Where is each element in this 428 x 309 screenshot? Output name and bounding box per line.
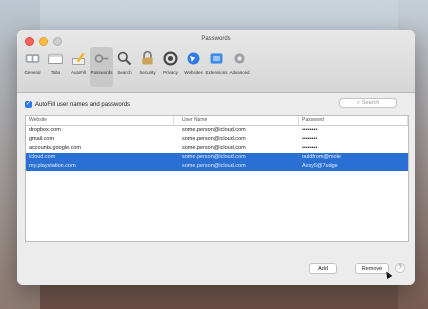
passwords-pane: ✓ AutoFill user names and passwords ⌕ Se… bbox=[17, 93, 415, 285]
cell-password: •••••••• bbox=[302, 136, 318, 142]
tab-autofill[interactable]: AutoFill bbox=[67, 47, 90, 87]
table-row-selected[interactable]: icloud.com some.person@icloud.com ouldfr… bbox=[26, 153, 408, 162]
tab-label: Search bbox=[117, 70, 132, 75]
column-password[interactable]: Password bbox=[299, 116, 408, 125]
cell-password: Avsy5@7udge bbox=[302, 163, 338, 169]
tab-label: Websites bbox=[184, 70, 203, 75]
tab-tabs[interactable]: Tabs bbox=[44, 47, 67, 87]
pencil-icon bbox=[72, 52, 85, 65]
tab-general[interactable]: General bbox=[21, 47, 44, 87]
tab-label: AutoFill bbox=[70, 70, 86, 75]
cell-website: icloud.com bbox=[29, 154, 56, 160]
globe-icon bbox=[187, 52, 200, 65]
table-header: Website User Name Password bbox=[26, 116, 408, 126]
tab-extensions[interactable]: Extensions bbox=[205, 47, 228, 87]
gear-icon bbox=[234, 53, 245, 64]
cell-website: dropbox.com bbox=[29, 127, 61, 133]
cell-username: some.person@icloud.com bbox=[182, 145, 246, 151]
help-button[interactable]: ? bbox=[395, 263, 405, 273]
tab-security[interactable]: Security bbox=[136, 47, 159, 87]
cell-password: •••••••• bbox=[302, 145, 318, 151]
preferences-window: Passwords General Tabs AutoFill Password… bbox=[17, 30, 415, 285]
autofill-checkbox[interactable]: ✓ bbox=[25, 101, 32, 108]
column-username[interactable]: User Name bbox=[174, 116, 299, 125]
cell-username: some.person@icloud.com bbox=[182, 154, 246, 160]
cell-password: •••••••• bbox=[302, 127, 318, 133]
tab-label: Advanced bbox=[229, 70, 250, 75]
autofill-label: AutoFill user names and passwords bbox=[35, 101, 131, 108]
autofill-option[interactable]: ✓ AutoFill user names and passwords bbox=[25, 101, 130, 108]
cell-website: accounts.google.com bbox=[29, 145, 81, 151]
mouse-cursor-icon bbox=[383, 269, 393, 280]
key-icon bbox=[94, 54, 109, 63]
tabs-icon bbox=[48, 53, 63, 65]
tab-label: Tabs bbox=[50, 70, 61, 75]
passwords-table: Website User Name Password dropbox.com s… bbox=[25, 115, 409, 242]
search-icon bbox=[117, 51, 132, 66]
hand-icon bbox=[163, 51, 178, 66]
table-row[interactable]: accounts.google.com some.person@icloud.c… bbox=[26, 144, 408, 153]
tab-label: Security bbox=[139, 70, 156, 75]
lock-icon bbox=[142, 50, 153, 65]
cell-website: gmail.com bbox=[29, 136, 55, 142]
cell-password: ouldfrom@mole bbox=[302, 154, 341, 160]
search-placeholder: Search bbox=[361, 100, 380, 106]
tab-privacy[interactable]: Privacy bbox=[159, 47, 182, 87]
tab-label: Extensions bbox=[205, 70, 228, 75]
cell-username: some.person@icloud.com bbox=[182, 136, 246, 142]
tab-websites[interactable]: Websites bbox=[182, 47, 205, 87]
tab-search[interactable]: Search bbox=[113, 47, 136, 87]
preferences-toolbar: General Tabs AutoFill Passwords Search S… bbox=[21, 47, 251, 87]
cell-username: some.person@icloud.com bbox=[182, 163, 246, 169]
switch-icon bbox=[25, 54, 40, 63]
table-row[interactable]: gmail.com some.person@icloud.com •••••••… bbox=[26, 135, 408, 144]
search-icon: ⌕ bbox=[356, 99, 360, 106]
tab-label: General bbox=[24, 70, 41, 75]
tab-label: Privacy bbox=[163, 70, 178, 75]
cell-username: some.person@icloud.com bbox=[182, 127, 246, 133]
cell-website: my.playstation.com bbox=[29, 163, 76, 169]
puzzle-icon bbox=[210, 53, 223, 64]
titlebar: Passwords General Tabs AutoFill Password… bbox=[17, 30, 415, 93]
tab-advanced[interactable]: Advanced bbox=[228, 47, 251, 87]
window-title: Passwords bbox=[201, 36, 231, 42]
search-field[interactable]: ⌕ Search bbox=[339, 98, 397, 108]
tab-passwords[interactable]: Passwords bbox=[90, 47, 113, 87]
table-row-selected[interactable]: my.playstation.com some.person@icloud.co… bbox=[26, 162, 408, 171]
add-button[interactable]: Add bbox=[309, 263, 337, 274]
tab-label: Passwords bbox=[90, 70, 113, 75]
column-website[interactable]: Website bbox=[26, 116, 174, 125]
table-row[interactable]: dropbox.com some.person@icloud.com •••••… bbox=[26, 126, 408, 135]
